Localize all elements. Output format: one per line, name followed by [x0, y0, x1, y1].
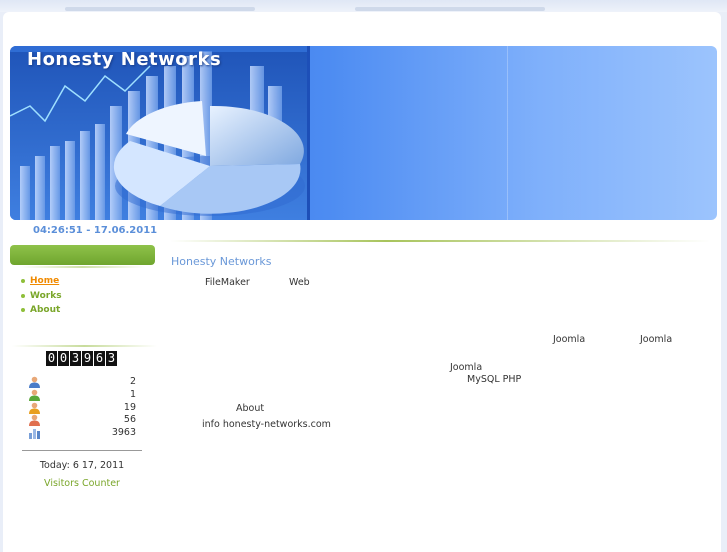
nav-label[interactable]: About — [30, 305, 60, 315]
nav-label[interactable]: Home — [30, 276, 59, 286]
stat-row: 56 — [28, 414, 136, 427]
bullet-icon — [21, 293, 25, 298]
email-text: info honesty-networks.com — [202, 419, 331, 430]
stat-row: 1 — [28, 389, 136, 402]
bullet-icon — [21, 308, 25, 312]
stat-value: 1 — [129, 388, 136, 400]
today-text: Today: 6 17, 2011 — [39, 460, 125, 471]
text-about: About — [236, 403, 265, 414]
counter-digit: 6 — [94, 351, 105, 366]
site-title: Honesty Networks — [27, 49, 222, 70]
pie-chart-illustration-icon — [10, 46, 310, 220]
nav-item-about[interactable]: About — [20, 303, 62, 317]
text-filemaker: FileMaker — [205, 277, 250, 288]
visitors-counter-label[interactable]: Visitors Counter — [0, 478, 164, 489]
top-bar — [0, 0, 727, 12]
red-user-icon — [29, 415, 40, 427]
counter-digit: 3 — [106, 351, 117, 366]
content-divider — [170, 240, 710, 242]
counter-digit: 3 — [70, 351, 81, 366]
text-joomla: Joomla — [450, 362, 483, 373]
stat-row: 3963 — [28, 427, 136, 440]
text-mysql-php: MySQL PHP — [467, 374, 522, 385]
counter-digit: 0 — [46, 351, 57, 366]
stat-row: 2 — [28, 376, 136, 389]
content-heading: Honesty Networks — [171, 255, 272, 268]
bar-chart-icon — [29, 429, 40, 440]
menu-header-bar — [10, 245, 155, 265]
text-joomla: Joomla — [553, 334, 586, 345]
stat-value: 2 — [129, 376, 136, 387]
text-joomla: Joomla — [640, 334, 673, 345]
stat-value: 3963 — [111, 427, 136, 439]
menu-bar-shadow — [20, 266, 145, 268]
top-tab-right — [355, 7, 545, 11]
stat-row: 19 — [28, 402, 136, 415]
nav-label[interactable]: Works — [30, 291, 62, 301]
stat-value: 56 — [123, 414, 136, 426]
main-nav: Home Works About — [20, 274, 62, 318]
header-banner — [10, 46, 717, 220]
counter-separator — [12, 345, 157, 347]
nav-item-works[interactable]: Works — [20, 289, 62, 303]
counter-digit: 0 — [58, 351, 69, 366]
top-tab-left — [65, 7, 255, 11]
green-user-icon — [29, 389, 40, 401]
stats-separator — [22, 450, 142, 451]
visitor-stats: 2 1 19 56 3963 — [28, 376, 136, 440]
stat-value: 19 — [123, 401, 136, 413]
single-user-icon — [29, 376, 40, 388]
text-web: Web — [289, 277, 310, 288]
orange-user-icon — [29, 402, 40, 414]
banner-line — [507, 46, 508, 220]
visitor-digit-counter: 0 0 3 9 6 3 — [46, 351, 117, 366]
bullet-icon — [21, 279, 25, 283]
nav-item-home[interactable]: Home — [20, 274, 62, 288]
counter-digit: 9 — [82, 351, 93, 366]
datetime-display: 04:26:51 - 17.06.2011 — [33, 225, 158, 236]
banner-divider — [307, 46, 310, 220]
